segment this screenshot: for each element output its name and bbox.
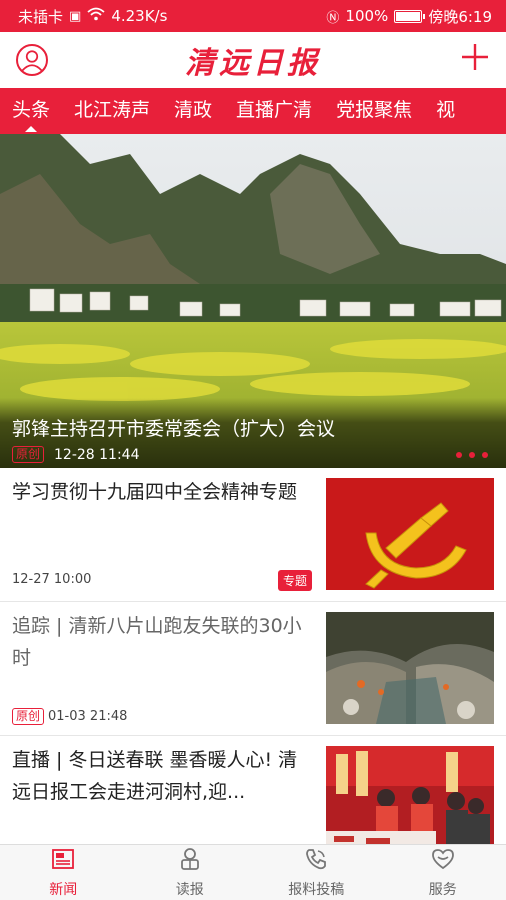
news-title[interactable]: 直播 | 冬日送春联 墨香暖人心! 清远日报工会走进河洞村,迎... bbox=[12, 744, 312, 808]
nav-news[interactable]: 新闻 bbox=[0, 845, 127, 900]
user-icon[interactable] bbox=[16, 44, 48, 76]
nfc-icon: Ⓝ bbox=[326, 10, 340, 26]
hero-time: 12-28 11:44 bbox=[54, 446, 140, 463]
heart-icon bbox=[430, 846, 456, 876]
network-speed: 4.23K/s bbox=[111, 7, 168, 25]
news-time: 01-03 21:48 bbox=[48, 709, 128, 724]
news-title[interactable]: 学习贯彻十九届四中全会精神专题 bbox=[12, 476, 312, 508]
phone-icon bbox=[303, 846, 329, 876]
news-thumbnail bbox=[326, 478, 494, 590]
tab-headlines[interactable]: 头条 bbox=[0, 88, 62, 134]
news-thumbnail bbox=[326, 612, 494, 724]
wifi-icon bbox=[87, 7, 105, 25]
nav-news-label: 新闻 bbox=[49, 882, 78, 898]
news-meta: 12-27 10:00 bbox=[12, 572, 91, 587]
news-meta: 原创 01-03 21:48 bbox=[12, 708, 127, 725]
original-tag: 原创 bbox=[12, 708, 45, 725]
reader-icon bbox=[177, 846, 203, 876]
add-icon[interactable] bbox=[460, 42, 490, 72]
list-item[interactable]: 追踪 | 清新八片山跑友失联的30小时 原创 01-03 21:48 bbox=[0, 602, 506, 736]
nav-reader-label: 读报 bbox=[175, 882, 204, 898]
carousel-indicator bbox=[456, 452, 488, 458]
news-title[interactable]: 追踪 | 清新八片山跑友失联的30小时 bbox=[12, 610, 312, 674]
battery-percent: 100% bbox=[345, 7, 389, 25]
original-tag: 原创 bbox=[12, 446, 45, 463]
hero-meta: 原创 12-28 11:44 bbox=[12, 446, 140, 463]
nav-submit-label: 报料投稿 bbox=[288, 882, 345, 898]
list-item[interactable]: 直播 | 冬日送春联 墨香暖人心! 清远日报工会走进河洞村,迎... bbox=[0, 736, 506, 858]
clock: 傍晚6:19 bbox=[428, 7, 492, 26]
list-item[interactable]: 学习贯彻十九届四中全会精神专题 12-27 10:00 专题 bbox=[0, 468, 506, 602]
carrier-text: 未插卡 bbox=[18, 7, 64, 26]
app-logo: 清远日报 bbox=[185, 46, 321, 81]
bottom-nav: 新闻 读报 报料投稿 服务 bbox=[0, 844, 506, 900]
nav-service-label: 服务 bbox=[428, 882, 457, 898]
topic-badge: 专题 bbox=[278, 570, 313, 591]
nav-reader[interactable]: 读报 bbox=[127, 845, 254, 900]
hero-title[interactable]: 郭锋主持召开市委常委会（扩大）会议 bbox=[12, 414, 335, 441]
sim-icon: ▣ bbox=[69, 8, 82, 24]
news-time: 12-27 10:00 bbox=[12, 572, 92, 587]
news-thumbnail bbox=[326, 746, 494, 858]
tab-party-paper[interactable]: 党报聚焦 bbox=[324, 88, 424, 134]
nav-submit[interactable]: 报料投稿 bbox=[253, 845, 380, 900]
tab-beijiang[interactable]: 北江涛声 bbox=[62, 88, 162, 134]
nav-service[interactable]: 服务 bbox=[380, 845, 506, 900]
battery-icon bbox=[394, 9, 426, 23]
tab-video[interactable]: 视 bbox=[424, 88, 467, 134]
tab-qingzheng[interactable]: 清政 bbox=[162, 88, 224, 134]
app-header: 清远日报 bbox=[0, 32, 506, 88]
hero-banner[interactable]: 郭锋主持召开市委常委会（扩大）会议 原创 12-28 11:44 bbox=[0, 134, 506, 468]
tab-live[interactable]: 直播广清 bbox=[224, 88, 324, 134]
channel-tabs: 头条 北江涛声 清政 直播广清 党报聚焦 视 bbox=[0, 88, 506, 134]
newspaper-icon bbox=[50, 846, 76, 876]
status-bar: 未插卡 ▣ 4.23K/s Ⓝ 100% 傍晚6:19 bbox=[0, 0, 506, 32]
